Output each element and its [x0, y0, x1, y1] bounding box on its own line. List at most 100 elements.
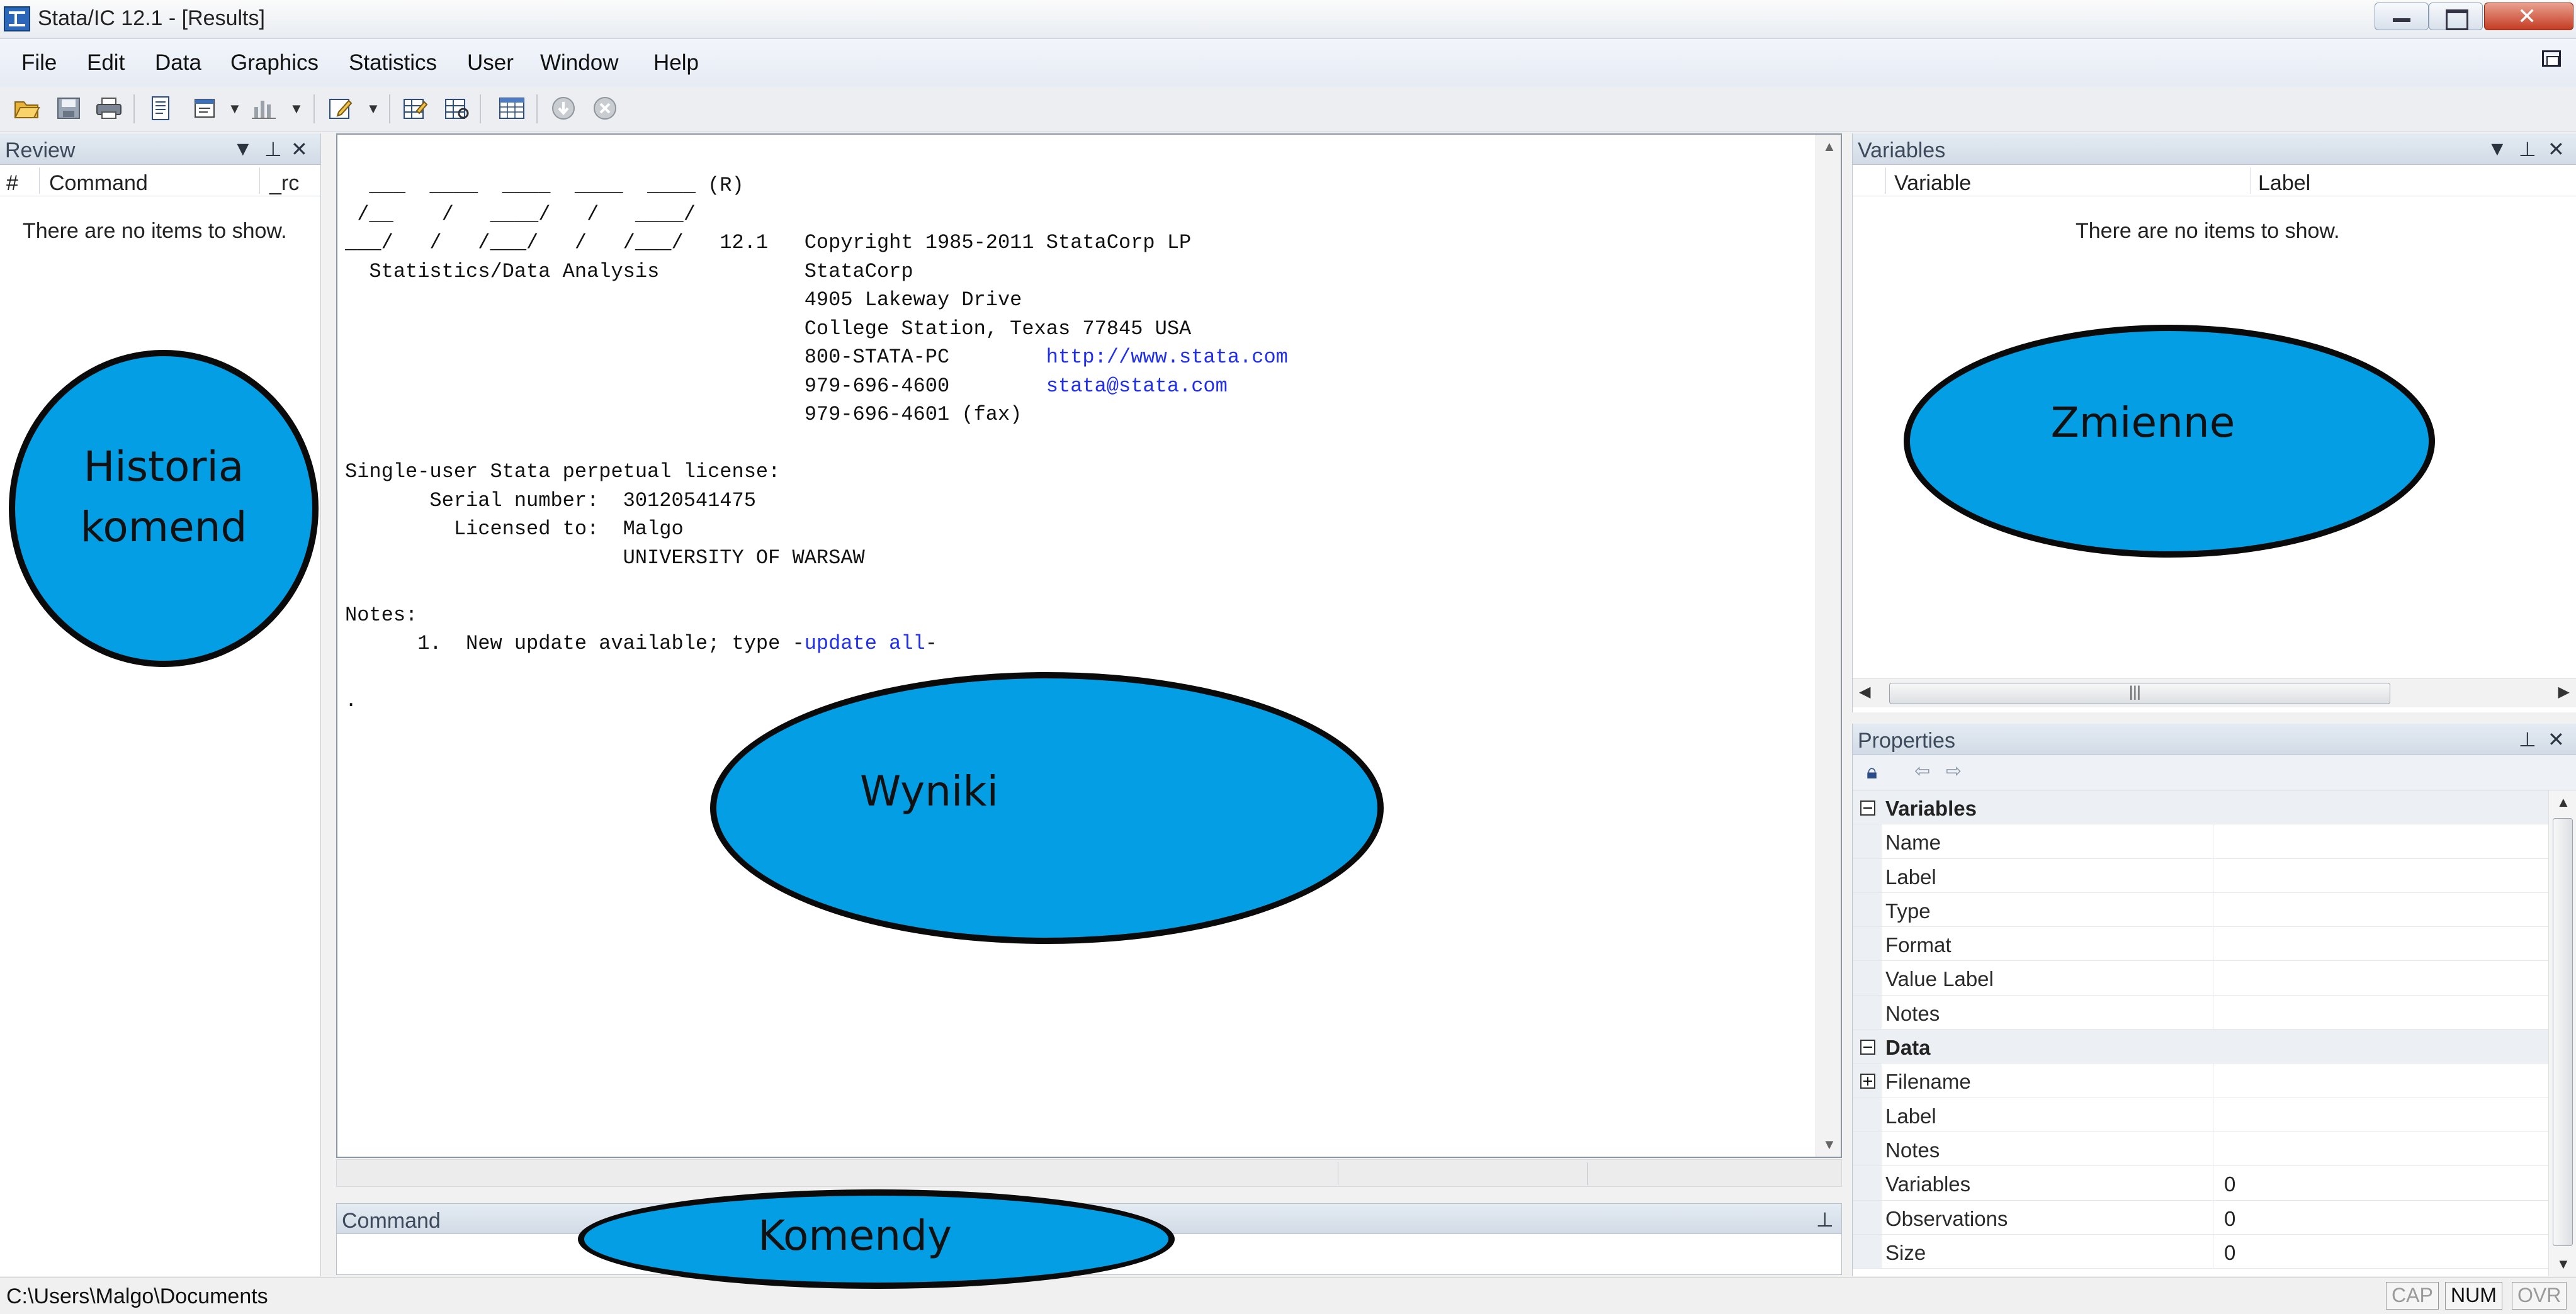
menu-data[interactable]: Data — [155, 50, 201, 76]
property-value[interactable]: 0 — [2224, 1241, 2235, 1265]
column-number[interactable]: # — [6, 171, 18, 196]
pin-icon[interactable]: ⊥ — [2519, 727, 2536, 751]
stata-app-icon[interactable] — [4, 6, 30, 31]
properties-row[interactable]: Size 0 — [1853, 1234, 2548, 1269]
maximize-button[interactable] — [2429, 3, 2483, 30]
menu-file[interactable]: File — [21, 50, 57, 76]
scrollbar-thumb[interactable] — [2553, 818, 2573, 1246]
results-link[interactable]: update all — [805, 632, 925, 655]
filter-icon[interactable]: ▼ — [2487, 137, 2507, 160]
pin-icon[interactable]: ⊥ — [1816, 1208, 1834, 1232]
filter-icon[interactable]: ▼ — [233, 137, 253, 160]
variables-manager-icon[interactable] — [497, 94, 526, 122]
properties-row[interactable]: Filename — [1853, 1064, 2548, 1098]
property-name: Notes — [1885, 1001, 1940, 1025]
results-text-segment: 4905 Lakeway Drive — [345, 288, 1022, 312]
properties-vertical-scrollbar[interactable]: ▲ ▼ — [2548, 790, 2576, 1276]
property-value[interactable]: 0 — [2224, 1207, 2235, 1231]
review-pane-title: Review — [5, 138, 76, 162]
column-label[interactable]: Label — [2258, 171, 2310, 196]
do-file-editor-icon[interactable] — [326, 94, 355, 122]
data-browser-icon[interactable] — [442, 94, 471, 122]
property-value[interactable]: 0 — [2224, 1172, 2235, 1196]
minimize-button[interactable] — [2375, 3, 2429, 30]
graph-icon[interactable] — [249, 94, 278, 122]
variables-pane-title: Variables — [1858, 138, 1946, 162]
properties-row[interactable]: Variables 0 — [1853, 1166, 2548, 1201]
scrollbar-thumb[interactable]: ||| — [1889, 683, 2390, 704]
data-editor-icon[interactable] — [400, 94, 429, 122]
column-divider[interactable] — [259, 167, 260, 194]
lock-icon[interactable]: 🔒︎ — [1867, 760, 1877, 784]
more-icon[interactable] — [549, 94, 578, 122]
results-text-segment: College Station, Texas 77845 USA — [345, 317, 1192, 340]
log-icon[interactable] — [146, 94, 175, 122]
collapse-icon[interactable] — [1860, 1040, 1875, 1055]
toolbar-separator — [314, 94, 315, 123]
results-text-segment: 979-696-4600 — [345, 374, 1046, 398]
print-icon[interactable] — [94, 94, 123, 122]
row-gutter — [1853, 858, 1882, 892]
properties-row[interactable]: Type — [1853, 892, 2548, 928]
results-line: 800-STATA-PC http://www.stata.com — [345, 345, 1288, 369]
menu-help[interactable]: Help — [653, 50, 699, 76]
collapse-icon[interactable] — [1860, 800, 1875, 816]
scroll-right-icon[interactable]: ▶ — [2558, 683, 2570, 701]
annotation-results-label: Wyniki — [860, 767, 998, 816]
menu-graphics[interactable]: Graphics — [230, 50, 319, 76]
viewer-dropdown-icon[interactable]: ▼ — [228, 101, 242, 117]
scroll-up-icon[interactable]: ▲ — [1822, 138, 1836, 155]
scroll-up-icon[interactable]: ▲ — [2556, 794, 2570, 811]
properties-row[interactable]: Value Label — [1853, 961, 2548, 996]
row-gutter — [1853, 1234, 1882, 1269]
overwrite-indicator: OVR — [2512, 1282, 2567, 1310]
variables-horizontal-scrollbar[interactable]: ◀ ||| ▶ — [1853, 678, 2576, 707]
graph-dropdown-icon[interactable]: ▼ — [290, 101, 303, 117]
close-icon[interactable]: ✕ — [291, 137, 308, 161]
column-rc[interactable]: _rc — [269, 171, 299, 196]
properties-row[interactable]: Notes — [1853, 1132, 2548, 1167]
menu-window[interactable]: Window — [540, 50, 618, 76]
scroll-left-icon[interactable]: ◀ — [1859, 683, 1870, 701]
column-divider[interactable] — [1885, 167, 1886, 194]
break-icon[interactable] — [590, 94, 619, 122]
open-icon[interactable] — [13, 94, 42, 122]
save-icon[interactable] — [54, 94, 83, 122]
pin-icon[interactable]: ⊥ — [2519, 137, 2536, 161]
properties-pane-title: Properties — [1858, 729, 1955, 753]
close-icon[interactable]: ✕ — [2548, 137, 2565, 161]
results-line: Licensed to: Malgo — [345, 517, 684, 541]
close-window-button[interactable] — [2484, 3, 2573, 30]
scroll-down-icon[interactable]: ▼ — [2556, 1256, 2570, 1272]
results-link[interactable]: http://www.stata.com — [1046, 345, 1288, 369]
results-link[interactable]: stata@stata.com — [1046, 374, 1228, 398]
properties-row[interactable]: Format — [1853, 927, 2548, 962]
restore-window-icon[interactable] — [2542, 50, 2561, 67]
properties-row[interactable]: Label — [1853, 1098, 2548, 1132]
close-icon[interactable]: ✕ — [2548, 727, 2565, 751]
pin-icon[interactable]: ⊥ — [264, 137, 282, 161]
properties-row[interactable]: Notes — [1853, 995, 2548, 1030]
expand-icon[interactable] — [1860, 1074, 1875, 1089]
results-scrollbar[interactable]: ▲ ▼ — [1816, 135, 1841, 1157]
properties-group-row[interactable]: Data — [1853, 1030, 2548, 1064]
menu-user[interactable]: User — [467, 50, 514, 76]
property-name: Name — [1885, 831, 1941, 855]
properties-row[interactable]: Name — [1853, 824, 2548, 859]
scroll-down-icon[interactable]: ▼ — [1822, 1137, 1836, 1153]
viewer-icon[interactable] — [191, 94, 220, 122]
results-text-segment: ___/ / /___/ / /___/ 12.1 Copyright 1985… — [345, 231, 1192, 254]
do-file-dropdown-icon[interactable]: ▼ — [366, 101, 380, 117]
results-text-segment: Notes: — [345, 603, 418, 627]
property-name: Filename — [1885, 1070, 1971, 1094]
menu-edit[interactable]: Edit — [87, 50, 125, 76]
properties-row[interactable]: Label — [1853, 858, 2548, 893]
properties-row[interactable]: Observations 0 — [1853, 1200, 2548, 1235]
back-arrow-icon[interactable]: ⇦ — [1914, 760, 1930, 782]
column-command[interactable]: Command — [49, 171, 148, 196]
properties-group-row[interactable]: Variables — [1853, 790, 2548, 825]
forward-arrow-icon[interactable]: ⇨ — [1946, 760, 1962, 782]
menu-statistics[interactable]: Statistics — [349, 50, 437, 76]
column-variable[interactable]: Variable — [1894, 171, 1971, 196]
column-divider[interactable] — [39, 167, 40, 194]
